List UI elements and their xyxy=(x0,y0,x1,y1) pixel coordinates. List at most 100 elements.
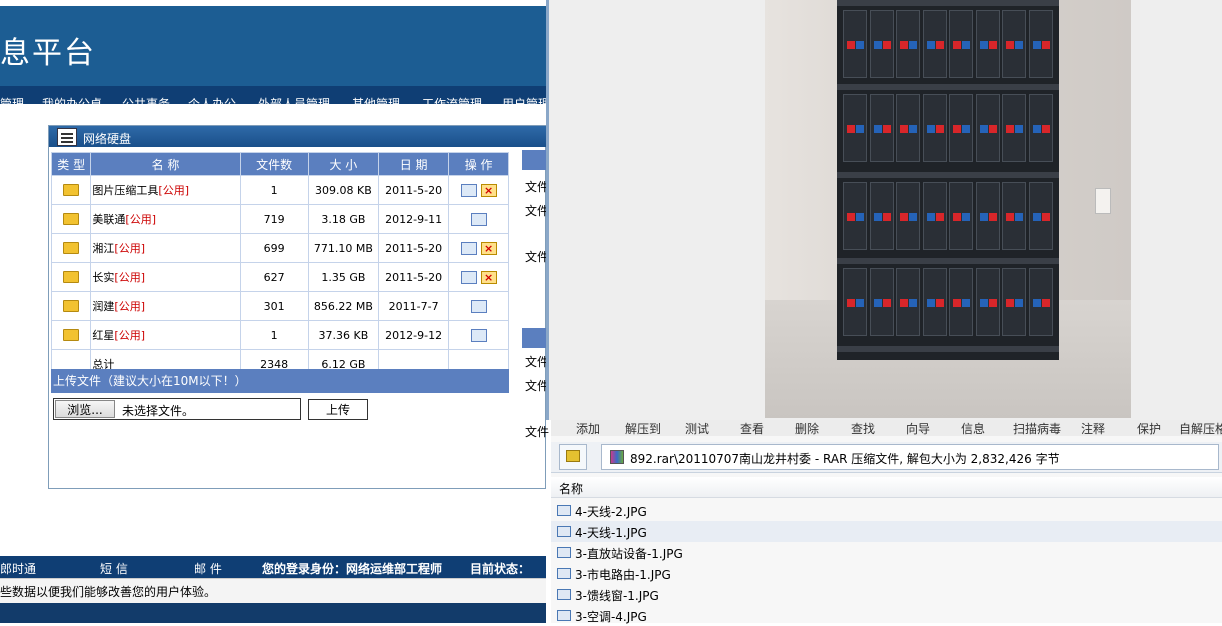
table-row[interactable]: 湘江[公用] 699 771.10 MB 2011-5-20 × xyxy=(50,233,509,263)
upload-header: 上传文件（建议大小在10M以下！） xyxy=(51,369,509,393)
toolbar-add[interactable]: 添加 xyxy=(576,420,600,436)
view-icon[interactable] xyxy=(460,183,477,197)
battery-cell xyxy=(949,94,973,162)
public-tag: [公用] xyxy=(158,184,190,197)
battery-terminal xyxy=(873,41,882,49)
public-tag: [公用] xyxy=(114,242,146,255)
side-panel-header xyxy=(522,328,546,348)
upload-button[interactable]: 上传 xyxy=(308,399,368,420)
rack-shelf xyxy=(837,0,1059,6)
file-size: 856.22 MB xyxy=(307,291,380,321)
battery-terminal xyxy=(1032,299,1041,307)
battery-terminal xyxy=(900,299,908,307)
toolbar-comment[interactable]: 注释 xyxy=(1081,420,1105,436)
battery-terminal xyxy=(979,125,988,133)
delete-icon[interactable]: × xyxy=(480,241,497,255)
battery-terminal xyxy=(979,41,988,49)
mail-link[interactable]: 邮 件 xyxy=(194,560,222,577)
portal-nav: 管理 我的办公桌 公共事务 个人办公 外部人员管理 其他管理 工作流管理 用户管… xyxy=(0,86,546,104)
nav-item[interactable]: 管理 xyxy=(0,95,24,104)
nav-item[interactable]: 工作流管理 xyxy=(422,95,482,104)
photo-rack xyxy=(837,0,1059,360)
folder-icon xyxy=(63,183,80,196)
delete-icon[interactable]: × xyxy=(480,183,497,197)
battery-terminal xyxy=(1015,125,1023,133)
list-item[interactable]: 3-市电路由-1.JPG xyxy=(551,563,1222,584)
delete-icon[interactable]: × xyxy=(480,270,497,284)
list-item[interactable]: 4-天线-1.JPG xyxy=(551,521,1222,542)
folder-name[interactable]: 美联通 xyxy=(92,213,125,226)
jpg-file-icon xyxy=(557,589,571,600)
sms-link[interactable]: 短 信 xyxy=(100,560,128,577)
battery-terminal xyxy=(873,299,882,307)
battery-cell xyxy=(1002,94,1026,162)
archive-window: 添加 解压到 测试 查看 删除 查找 向导 信息 扫描病毒 注释 保护 自解压格… xyxy=(551,420,1222,624)
toolbar-find[interactable]: 查找 xyxy=(851,420,875,436)
view-icon[interactable] xyxy=(470,212,487,226)
browse-button[interactable]: 浏览... xyxy=(55,400,115,418)
table-row[interactable]: 红星[公用] 1 37.36 KB 2012-9-12 xyxy=(50,320,509,350)
battery-terminal xyxy=(962,125,970,133)
file-name: 3-馈线窗-1.JPG xyxy=(575,589,659,603)
nav-item[interactable]: 其他管理 xyxy=(352,95,400,104)
toolbar-test[interactable]: 测试 xyxy=(685,420,709,436)
rack-shelf xyxy=(837,172,1059,178)
view-icon[interactable] xyxy=(470,299,487,313)
archive-path[interactable]: 892.rar\20110707南山龙井村委 - RAR 压缩文件, 解包大小为… xyxy=(601,444,1219,470)
battery-terminal xyxy=(1006,125,1014,133)
im-link[interactable]: 郎时通 xyxy=(0,560,36,577)
battery-terminal xyxy=(873,213,882,221)
folder-name[interactable]: 长实 xyxy=(92,271,114,284)
battery-cell xyxy=(922,182,947,250)
battery-terminal xyxy=(856,125,864,133)
battery-terminal xyxy=(1015,41,1023,49)
table-row[interactable]: 润建[公用] 301 856.22 MB 2011-7-7 xyxy=(50,291,509,321)
toolbar-wizard[interactable]: 向导 xyxy=(906,420,930,436)
battery-terminal xyxy=(926,299,935,307)
battery-terminal xyxy=(909,125,917,133)
toolbar-scan[interactable]: 扫描病毒 xyxy=(1013,420,1061,436)
battery-terminal xyxy=(1006,299,1014,307)
list-item[interactable]: 3-馈线窗-1.JPG xyxy=(551,584,1222,605)
battery-cell xyxy=(843,268,867,336)
table-row[interactable]: 美联通[公用] 719 3.18 GB 2012-9-11 xyxy=(50,204,509,234)
battery-cell xyxy=(1028,268,1053,336)
table-row[interactable]: 图片压缩工具[公用] 1 309.08 KB 2011-5-20 × xyxy=(50,175,509,205)
battery-terminal xyxy=(1032,41,1041,49)
toolbar-info[interactable]: 信息 xyxy=(961,420,985,436)
folder-name[interactable]: 图片压缩工具 xyxy=(92,184,158,197)
nav-item[interactable]: 个人办公 xyxy=(188,95,236,104)
folder-name[interactable]: 红星 xyxy=(92,329,114,342)
toolbar-extract[interactable]: 解压到 xyxy=(625,420,661,436)
folder-name[interactable]: 湘江 xyxy=(92,242,114,255)
view-icon[interactable] xyxy=(460,241,477,255)
current-status: 目前状态： xyxy=(470,562,531,576)
battery-cell xyxy=(869,182,894,250)
up-folder-button[interactable] xyxy=(559,444,587,470)
table-row[interactable]: 长实[公用] 627 1.35 GB 2011-5-20 × xyxy=(50,262,509,292)
toolbar-protect[interactable]: 保护 xyxy=(1137,420,1161,436)
battery-cell xyxy=(1002,182,1026,250)
column-header[interactable]: 名称 xyxy=(551,477,1222,498)
nav-item[interactable]: 公共事务 xyxy=(122,95,170,104)
taskbar xyxy=(0,603,546,623)
file-input[interactable]: 浏览... 未选择文件。 xyxy=(53,398,301,420)
folder-name[interactable]: 润建 xyxy=(92,300,114,313)
file-date: 2011-7-7 xyxy=(378,291,450,321)
toolbar-sfx[interactable]: 自解压格式 xyxy=(1179,420,1222,436)
list-item[interactable]: 3-直放站设备-1.JPG xyxy=(551,542,1222,563)
battery-cell xyxy=(1028,182,1053,250)
battery-terminal xyxy=(882,125,891,133)
view-icon[interactable] xyxy=(470,328,487,342)
nav-item[interactable]: 我的办公桌 xyxy=(42,95,102,104)
toolbar-delete[interactable]: 删除 xyxy=(795,420,819,436)
battery-terminal xyxy=(1015,213,1023,221)
view-icon[interactable] xyxy=(460,270,477,284)
nav-item[interactable]: 外部人员管理 xyxy=(258,95,330,104)
toolbar-view[interactable]: 查看 xyxy=(740,420,764,436)
battery-terminal xyxy=(988,299,997,307)
nav-item[interactable]: 用户管理 xyxy=(502,95,546,104)
battery-terminal xyxy=(926,213,935,221)
list-item[interactable]: 4-天线-2.JPG xyxy=(551,500,1222,521)
rack-shelf xyxy=(837,84,1059,90)
